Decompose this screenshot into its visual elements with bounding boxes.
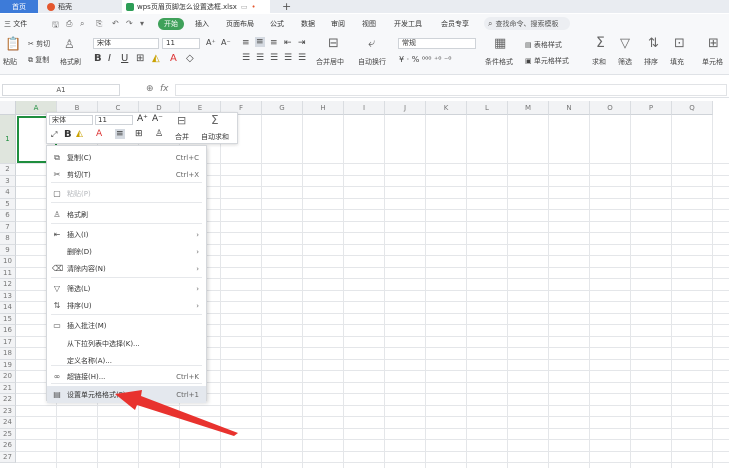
red-pointer-arrow xyxy=(115,390,238,436)
